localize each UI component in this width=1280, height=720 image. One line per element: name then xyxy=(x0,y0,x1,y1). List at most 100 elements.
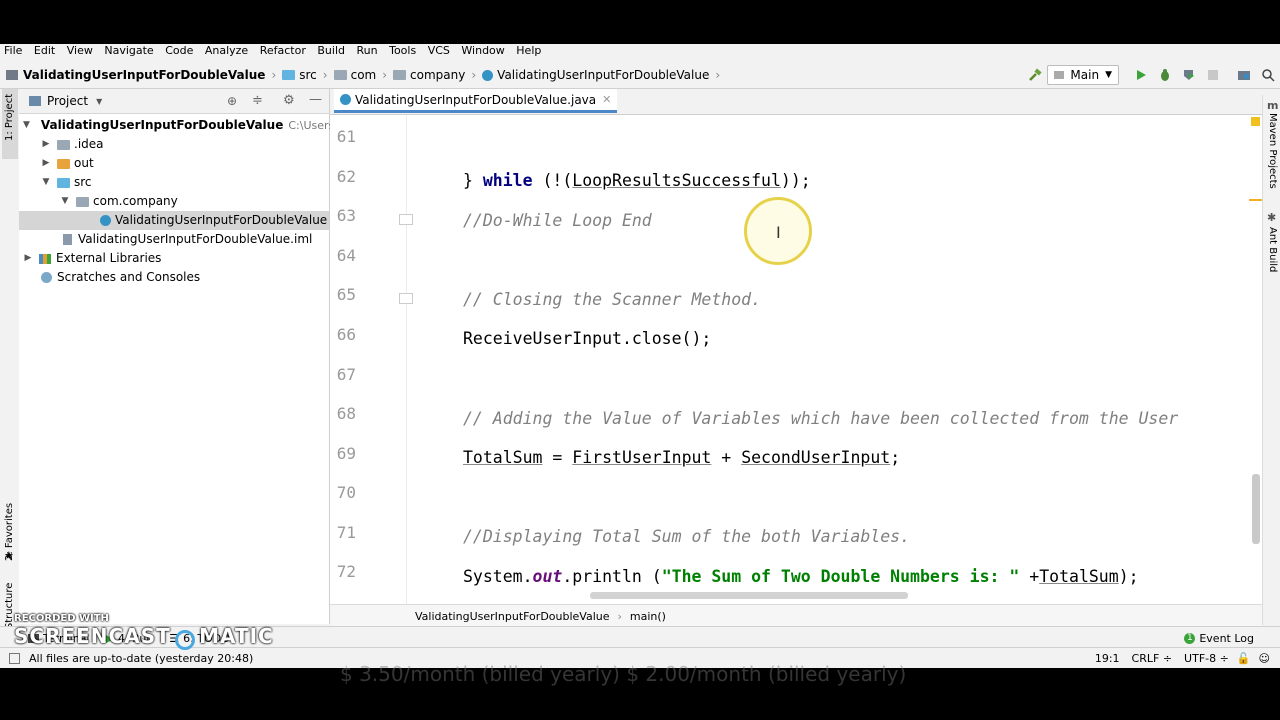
hide-panel-icon[interactable]: — xyxy=(309,92,322,107)
project-panel-header: Project ▼ ⊕ ≑ ⚙ — xyxy=(19,89,329,114)
editor-horizontal-scrollbar[interactable] xyxy=(590,592,908,599)
fold-marker-icon[interactable] xyxy=(399,293,413,304)
run-config-select[interactable]: Main ▼ xyxy=(1047,65,1119,85)
menu-vcs[interactable]: VCS xyxy=(428,44,450,57)
project-view-selector[interactable]: Project xyxy=(47,94,88,108)
nav-crumb-label: company xyxy=(410,68,466,82)
nav-crumb-class[interactable]: ValidatingUserInputForDoubleValue › xyxy=(482,68,720,82)
locate-icon[interactable]: ⊕ xyxy=(227,94,237,108)
maven-tool-label[interactable]: Maven Projects xyxy=(1267,113,1278,189)
code-line-67: // Adding the Value of Variables which h… xyxy=(463,409,1179,428)
line-number: 68 xyxy=(336,404,356,423)
menu-tools[interactable]: Tools xyxy=(389,44,416,57)
tree-item-label: .idea xyxy=(74,137,104,151)
line-number: 71 xyxy=(336,523,356,542)
menu-navigate[interactable]: Navigate xyxy=(104,44,153,57)
breadcrumb-method[interactable]: main() xyxy=(630,610,666,623)
menu-file[interactable]: File xyxy=(4,44,22,57)
project-structure-icon[interactable] xyxy=(1237,68,1251,82)
menu-window[interactable]: Window xyxy=(461,44,504,57)
folder-icon xyxy=(282,70,296,80)
collapsed-arrow-icon[interactable]: ▶ xyxy=(41,154,51,173)
stop-icon[interactable] xyxy=(1206,68,1220,82)
collapsed-arrow-icon[interactable]: ▶ xyxy=(41,135,51,154)
project-tool-button[interactable]: 1: Project xyxy=(2,89,18,159)
status-panel-icon[interactable] xyxy=(9,653,20,664)
gear-icon[interactable]: ⚙ xyxy=(283,93,295,108)
tree-item-label: ValidatingUserInputForDoubleValue xyxy=(40,118,284,132)
coverage-icon[interactable] xyxy=(1182,68,1196,82)
code-editor[interactable]: 61 62 63 64 65 66 67 68 69 70 71 72 } wh… xyxy=(330,115,1262,605)
close-icon[interactable]: ✕ xyxy=(602,93,611,106)
line-separator[interactable]: CRLF ÷ xyxy=(1132,652,1173,665)
inspector-icon[interactable]: ☺ xyxy=(1259,652,1270,665)
editor-tab-main-java[interactable]: ValidatingUserInputForDoubleValue.java ✕ xyxy=(334,89,618,113)
right-tool-stripe: m Maven Projects ✱ Ant Build xyxy=(1262,95,1280,625)
chevron-down-icon[interactable]: ▼ xyxy=(96,97,102,106)
menu-refactor[interactable]: Refactor xyxy=(260,44,306,57)
collapsed-arrow-icon[interactable]: ▶ xyxy=(23,249,33,268)
file-encoding[interactable]: UTF-8 ÷ xyxy=(1184,652,1229,665)
nav-crumb-label: ValidatingUserInputForDoubleValue xyxy=(23,68,266,82)
nav-crumb-project[interactable]: ValidatingUserInputForDoubleValue › xyxy=(6,68,276,82)
expanded-arrow-icon[interactable]: ▼ xyxy=(60,192,70,211)
menu-build[interactable]: Build xyxy=(317,44,345,57)
error-stripe-mark[interactable] xyxy=(1249,199,1262,201)
chevron-down-icon: ▼ xyxy=(1105,70,1112,80)
tree-item-scratches[interactable]: Scratches and Consoles xyxy=(19,268,351,287)
screencast-watermark: RECORDED WITH SCREENCAST MATIC xyxy=(14,613,274,650)
library-icon xyxy=(39,253,51,264)
collapse-all-icon[interactable]: ≑ xyxy=(252,93,263,108)
menu-edit[interactable]: Edit xyxy=(34,44,55,57)
nav-crumb-com[interactable]: com › xyxy=(333,68,387,82)
editor-gutter: 61 62 63 64 65 66 67 68 69 70 71 72 xyxy=(330,115,413,605)
tree-item-out[interactable]: ▶ out xyxy=(19,154,351,173)
ant-tool-label[interactable]: Ant Build xyxy=(1267,227,1278,272)
tree-item-external-libraries[interactable]: ▶ External Libraries xyxy=(19,249,333,268)
tree-item-class[interactable]: ValidatingUserInputForDoubleValue xyxy=(19,211,329,230)
debug-bug-icon[interactable] xyxy=(1158,68,1172,82)
code-line-70: //Displaying Total Sum of the both Varia… xyxy=(463,527,911,546)
run-icon[interactable] xyxy=(1134,68,1148,82)
event-log-tab[interactable]: Event Log xyxy=(1199,632,1254,645)
lock-icon[interactable]: 🔓 xyxy=(1237,652,1251,665)
code-line-65: ReceiveUserInput.close(); xyxy=(463,329,712,348)
nav-crumb-label: src xyxy=(299,68,317,82)
class-icon xyxy=(340,94,351,105)
ant-icon: ✱ xyxy=(1267,211,1277,224)
watermark-line2: SCREENCAST xyxy=(14,624,171,648)
module-icon xyxy=(6,70,18,80)
menu-analyze[interactable]: Analyze xyxy=(205,44,248,57)
fold-marker-icon[interactable] xyxy=(399,214,413,225)
build-hammer-icon[interactable] xyxy=(1028,68,1043,82)
nav-crumb-company[interactable]: company › xyxy=(393,68,476,82)
editor-vertical-scrollbar[interactable] xyxy=(1252,474,1260,544)
expanded-arrow-icon[interactable]: ▼ xyxy=(41,173,51,192)
scratches-icon xyxy=(41,272,52,283)
folder-icon xyxy=(57,139,70,150)
expanded-arrow-icon[interactable]: ▼ xyxy=(23,116,30,135)
menu-code[interactable]: Code xyxy=(165,44,193,57)
watermark-line3: MATIC xyxy=(199,624,274,648)
menu-run[interactable]: Run xyxy=(357,44,378,57)
warning-marker-icon[interactable] xyxy=(1251,117,1260,126)
folder-icon xyxy=(57,158,70,169)
tree-item-package[interactable]: ▼ com.company xyxy=(19,192,370,211)
ide-window: File Edit View Navigate Code Analyze Ref… xyxy=(0,44,1280,668)
line-number: 67 xyxy=(336,365,356,384)
run-toolbar: Main ▼ xyxy=(1023,62,1280,88)
menu-view[interactable]: View xyxy=(67,44,93,57)
tree-item-iml[interactable]: ValidatingUserInputForDoubleValue.iml xyxy=(19,230,373,249)
caret-position[interactable]: 19:1 xyxy=(1095,652,1120,665)
search-icon[interactable] xyxy=(1261,68,1275,82)
nav-crumb-src[interactable]: src › xyxy=(282,68,328,82)
breadcrumb-class[interactable]: ValidatingUserInputForDoubleValue xyxy=(415,610,610,623)
ibeam-cursor-icon: I xyxy=(776,223,781,242)
menu-help[interactable]: Help xyxy=(516,44,541,57)
package-icon xyxy=(76,196,89,207)
tree-item-idea[interactable]: ▶ .idea xyxy=(19,135,351,154)
tree-item-src[interactable]: ▼ src xyxy=(19,173,351,192)
tree-item-label: ValidatingUserInputForDoubleValue.iml xyxy=(78,232,313,246)
tree-item-project-root[interactable]: ▼ ValidatingUserInputForDoubleValue C:\U… xyxy=(19,116,368,135)
line-number: 66 xyxy=(336,325,356,344)
